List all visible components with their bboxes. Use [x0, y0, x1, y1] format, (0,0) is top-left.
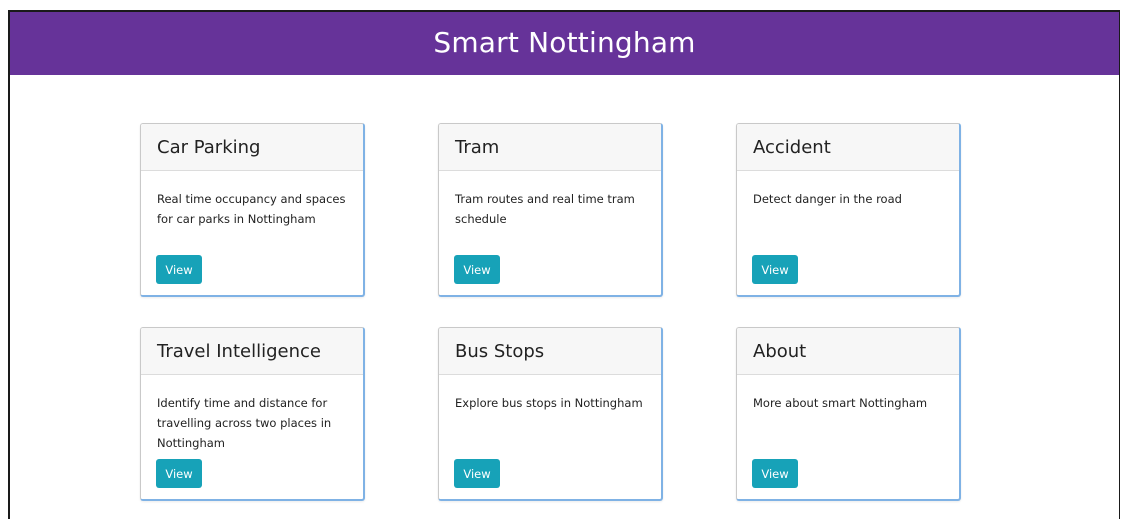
view-travel-intelligence-button[interactable]: View	[156, 459, 202, 488]
card-title: Tram	[455, 136, 500, 158]
card-header: About	[737, 328, 959, 375]
card-travel-intelligence: Travel Intelligence Identify time and di…	[140, 327, 365, 501]
card-description: Real time occupancy and spaces for car p…	[157, 192, 346, 226]
card-car-parking: Car Parking Real time occupancy and spac…	[140, 123, 365, 297]
card-description: Explore bus stops in Nottingham	[455, 396, 643, 410]
card-tram: Tram Tram routes and real time tram sche…	[438, 123, 663, 297]
card-header: Bus Stops	[439, 328, 661, 375]
card-accident: Accident Detect danger in the road View	[736, 123, 961, 297]
view-tram-button[interactable]: View	[454, 255, 500, 284]
card-description: More about smart Nottingham	[753, 396, 928, 410]
card-description: Detect danger in the road	[753, 192, 902, 206]
card-title: Car Parking	[157, 136, 261, 158]
card-title: Bus Stops	[455, 340, 545, 362]
card-title: About	[753, 340, 807, 362]
view-about-button[interactable]: View	[752, 459, 798, 488]
card-header: Car Parking	[141, 124, 363, 171]
view-car-parking-button[interactable]: View	[156, 255, 202, 284]
card-description: Tram routes and real time tram schedule	[455, 192, 635, 226]
card-header: Accident	[737, 124, 959, 171]
card-title: Accident	[753, 136, 831, 158]
card-about: About More about smart Nottingham View	[736, 327, 961, 501]
card-title: Travel Intelligence	[157, 340, 321, 362]
app-frame: Smart Nottingham Car Parking Real time o…	[8, 10, 1120, 519]
page-header: Smart Nottingham	[10, 12, 1119, 75]
card-header: Travel Intelligence	[141, 328, 363, 375]
view-bus-stops-button[interactable]: View	[454, 459, 500, 488]
card-description: Identify time and distance for travellin…	[157, 396, 332, 450]
view-accident-button[interactable]: View	[752, 255, 798, 284]
card-header: Tram	[439, 124, 661, 171]
page-title: Smart Nottingham	[433, 26, 696, 59]
card-bus-stops: Bus Stops Explore bus stops in Nottingha…	[438, 327, 663, 501]
